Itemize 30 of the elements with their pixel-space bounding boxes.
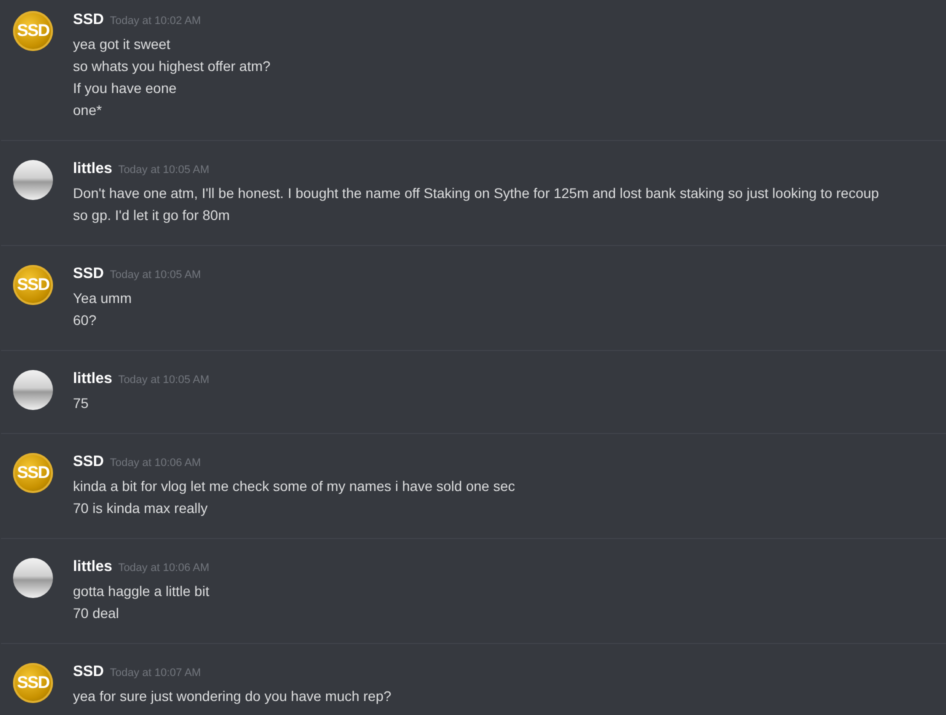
username[interactable]: littles: [73, 558, 112, 575]
avatar-picture[interactable]: [13, 160, 53, 200]
timestamp: Today at 10:05 AM: [118, 374, 210, 386]
timestamp: Today at 10:05 AM: [110, 269, 201, 281]
timestamp: Today at 10:06 AM: [110, 457, 201, 469]
message-text: yea got it sweet: [73, 35, 172, 54]
username[interactable]: littles: [73, 160, 112, 177]
username[interactable]: SSD: [73, 663, 104, 680]
timestamp: Today at 10:05 AM: [118, 164, 210, 176]
username[interactable]: SSD: [73, 11, 104, 28]
message-text: 70 deal: [73, 604, 120, 623]
message-text: gotta haggle a little bit: [73, 582, 210, 601]
username[interactable]: SSD: [73, 265, 104, 282]
avatar-picture[interactable]: [13, 370, 53, 410]
message-text: yea for sure just wondering do you have much rep?: [73, 687, 392, 706]
message-text: 75: [73, 394, 90, 413]
avatar-picture[interactable]: [13, 558, 53, 598]
message-text: one*: [73, 101, 103, 120]
message-text: so whats you highest offer atm?: [73, 57, 272, 76]
message-text: 70 is kinda max really: [73, 499, 209, 518]
timestamp: Today at 10:06 AM: [118, 562, 210, 574]
timestamp: Today at 10:07 AM: [110, 667, 201, 679]
username[interactable]: littles: [73, 370, 112, 387]
message-text: 60?: [73, 311, 98, 330]
message-text: If you have eone: [73, 79, 178, 98]
message-text: Don't have one atm, I'll be honest. I bought the name off Staking on Sythe for 125m and lost bank staking so just looking to recoup so gp. I'd let it go for 80m: [73, 184, 880, 225]
message-text: kinda a bit for vlog let me check some of my names i have sold one sec: [73, 477, 516, 496]
username[interactable]: SSD: [73, 453, 104, 470]
timestamp: Today at 10:02 AM: [110, 15, 201, 27]
message-text: Yea umm: [73, 289, 133, 308]
